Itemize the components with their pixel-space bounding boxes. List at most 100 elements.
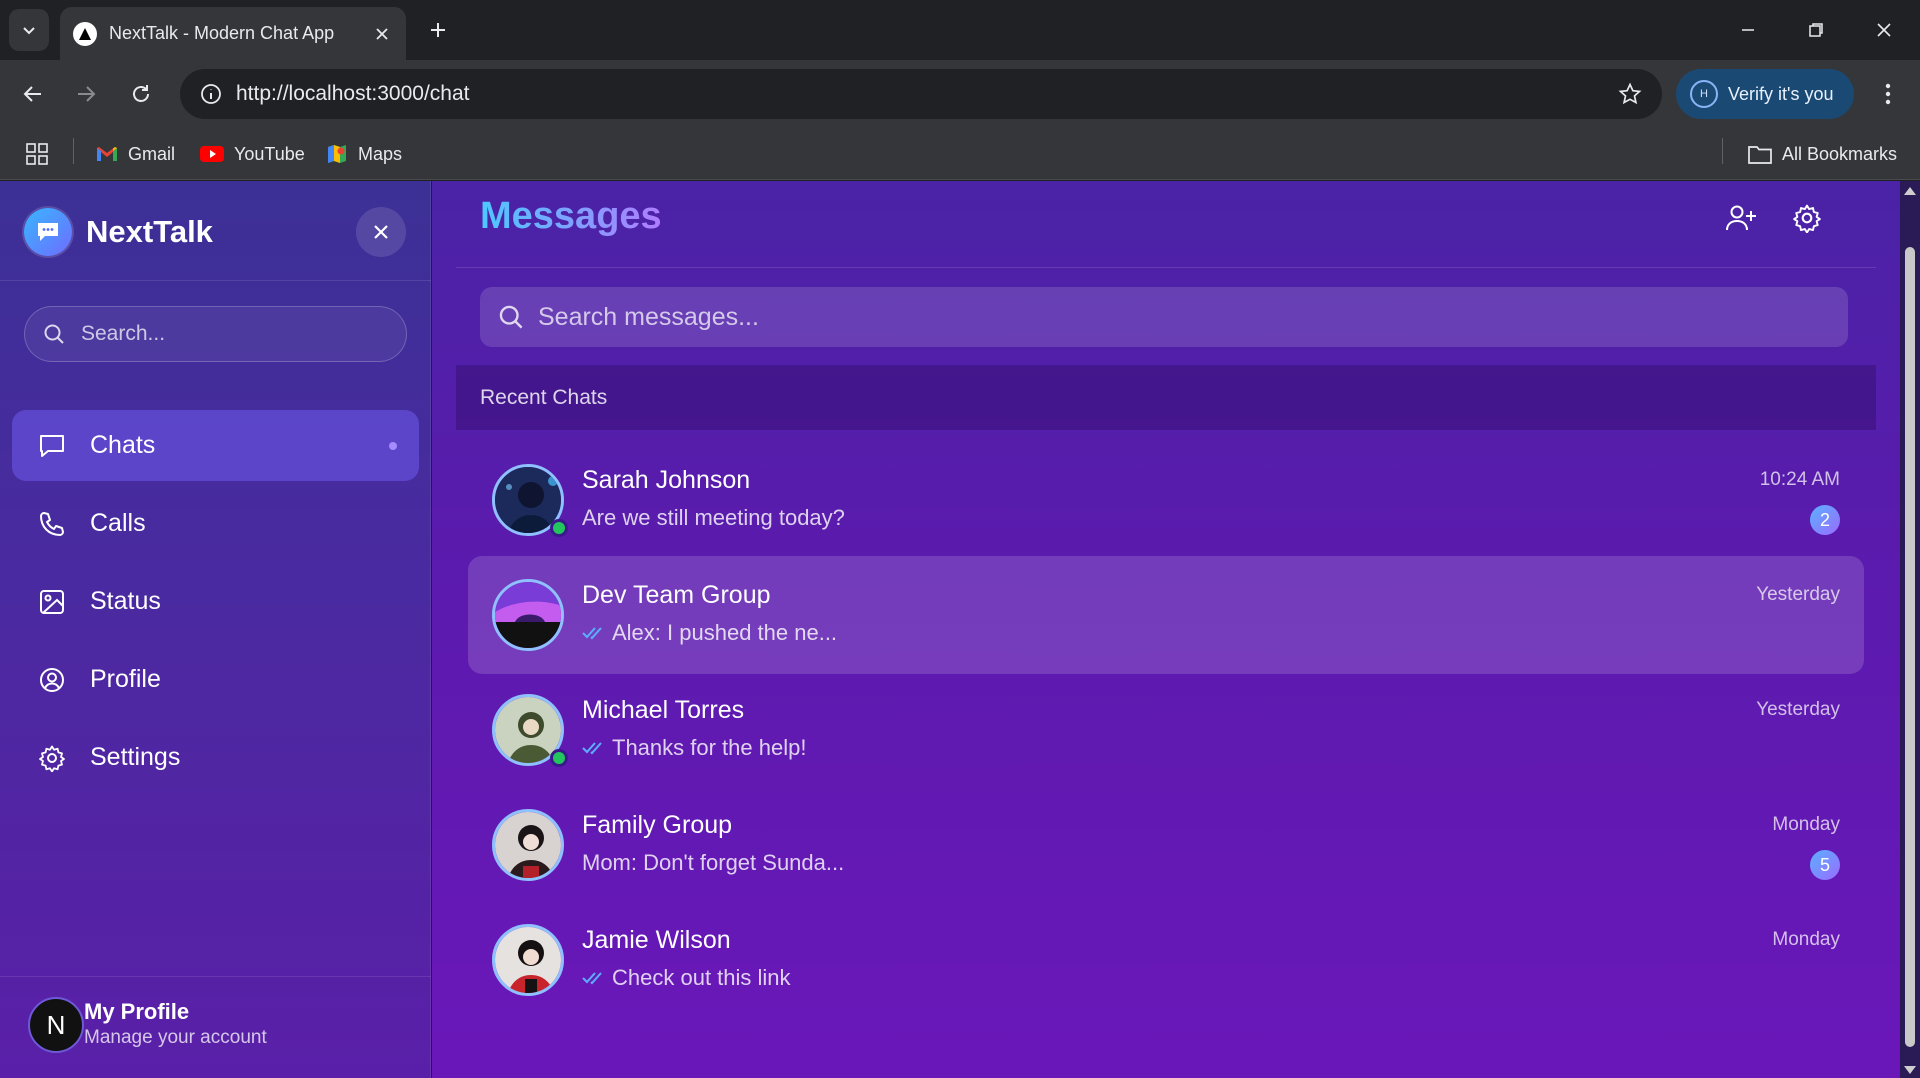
chat-item-sarah-johnson[interactable]: Sarah Johnson Are we still meeting today… [468, 441, 1864, 559]
chat-time: 10:24 AM [1759, 469, 1840, 490]
sidebar-item-label: Calls [90, 509, 146, 537]
unread-badge: 2 [1810, 505, 1840, 535]
gmail-icon [96, 145, 118, 163]
sidebar-item-status[interactable]: Status [12, 566, 419, 637]
sidebar-item-label: Chats [90, 431, 156, 459]
bookmark-maps[interactable]: Maps [326, 138, 402, 170]
message-search-input[interactable] [538, 302, 1818, 332]
page-title: Messages [480, 195, 662, 237]
verify-identity-button[interactable]: H Verify it's you [1676, 69, 1854, 119]
arrow-left-icon [23, 86, 41, 102]
sidebar-item-label: Status [90, 587, 161, 615]
browser-menu-button[interactable] [1868, 74, 1908, 114]
recent-chats-header: Recent Chats [456, 365, 1876, 430]
chat-name: Dev Team Group [582, 581, 771, 609]
window-close-button[interactable] [1850, 0, 1918, 60]
chat-preview: Mom: Don't forget Sunda... [582, 850, 844, 876]
settings-button[interactable] [1784, 195, 1830, 241]
maps-icon [326, 143, 348, 165]
nextjs-favicon-icon [73, 21, 97, 46]
verify-label: Verify it's you [1728, 83, 1834, 104]
image-icon [36, 586, 68, 618]
chat-name: Michael Torres [582, 696, 745, 724]
scroll-up-arrow-icon[interactable] [1904, 187, 1916, 195]
gear-icon [36, 742, 68, 774]
search-icon [499, 305, 523, 329]
chat-item-michael-torres[interactable]: Michael Torres Thanks for the help! Yest… [468, 671, 1864, 789]
chat-item-family-group[interactable]: Family Group Mom: Don't forget Sunda... … [468, 786, 1864, 904]
scroll-down-arrow-icon[interactable] [1904, 1066, 1916, 1074]
reload-button[interactable] [121, 74, 161, 114]
forward-button[interactable] [66, 74, 106, 114]
search-icon [44, 324, 64, 344]
chat-bubble-logo-icon [24, 208, 72, 256]
sidebar-item-calls[interactable]: Calls [12, 488, 419, 559]
page-scrollbar[interactable] [1900, 181, 1920, 1078]
all-bookmarks-button[interactable]: All Bookmarks [1748, 138, 1897, 170]
chat-preview-text: Alex: I pushed the ne... [612, 620, 838, 645]
section-label: Recent Chats [480, 385, 608, 409]
chat-time: Monday [1772, 929, 1840, 950]
scrollbar-thumb[interactable] [1905, 247, 1915, 1047]
restore-icon [1809, 23, 1823, 37]
new-tab-button[interactable] [420, 12, 456, 48]
sidebar-item-profile[interactable]: Profile [12, 644, 419, 715]
chat-item-dev-team-group[interactable]: Dev Team Group Alex: I pushed the ne... … [468, 556, 1864, 674]
site-info-icon[interactable] [186, 69, 236, 119]
online-indicator [550, 519, 568, 537]
chat-preview: Alex: I pushed the ne... [582, 620, 837, 646]
my-profile-card[interactable]: N My Profile Manage your account [0, 976, 431, 1078]
chat-time: Yesterday [1756, 699, 1840, 720]
chevron-down-icon [23, 27, 35, 35]
gear-icon [1793, 204, 1821, 233]
chat-preview-text: Check out this link [612, 965, 791, 990]
close-sidebar-button[interactable] [356, 207, 406, 257]
bookmark-label: YouTube [234, 143, 305, 164]
restore-button[interactable] [1782, 0, 1850, 60]
avatar: N [28, 997, 84, 1053]
add-contact-button[interactable] [1718, 195, 1764, 241]
browser-tab[interactable]: NextTalk - Modern Chat App [60, 7, 406, 60]
url-text: http://localhost:3000/chat [236, 82, 470, 105]
close-icon [374, 225, 388, 239]
sidebar-search[interactable] [24, 306, 407, 362]
sidebar-item-label: Settings [90, 743, 181, 771]
bookmark-gmail[interactable]: Gmail [96, 138, 175, 170]
reload-icon [133, 85, 149, 102]
chat-preview-text: Mom: Don't forget Sunda... [582, 850, 845, 875]
user-circle-icon [36, 664, 68, 696]
chat-preview-text: Thanks for the help! [612, 735, 807, 760]
sidebar-item-chats[interactable]: Chats [12, 410, 419, 481]
avatar [492, 579, 564, 651]
chat-preview: Thanks for the help! [582, 735, 806, 761]
phone-icon [36, 508, 68, 540]
bookmark-label: Maps [358, 143, 403, 164]
online-indicator [550, 749, 568, 767]
user-plus-icon [1726, 205, 1756, 231]
back-button[interactable] [13, 74, 53, 114]
chat-time: Monday [1772, 814, 1840, 835]
all-bookmarks-label: All Bookmarks [1782, 143, 1898, 164]
app-name: NextTalk [86, 214, 213, 249]
sidebar-divider [0, 280, 431, 281]
address-bar[interactable]: http://localhost:3000/chat [180, 69, 1662, 119]
chat-item-jamie-wilson[interactable]: Jamie Wilson Check out this link Monday [468, 901, 1864, 1019]
message-search[interactable] [480, 287, 1848, 347]
apps-button[interactable] [26, 138, 48, 170]
chat-name: Sarah Johnson [582, 466, 751, 494]
bookmark-youtube[interactable]: YouTube [200, 138, 305, 170]
sidebar-item-label: Profile [90, 665, 161, 693]
profile-subtitle: Manage your account [84, 1027, 267, 1048]
tab-search-button[interactable] [9, 9, 49, 51]
chat-preview: Are we still meeting today? [582, 505, 845, 531]
header-divider [456, 267, 1876, 268]
double-check-icon [582, 741, 604, 755]
minimize-icon [1742, 29, 1754, 31]
minimize-button[interactable] [1714, 0, 1782, 60]
sidebar-search-input[interactable] [81, 322, 361, 346]
bookmarks-bar: Gmail YouTube Maps All Bookmarks [0, 128, 1920, 180]
sidebar-item-settings[interactable]: Settings [12, 722, 419, 793]
tab-close-icon[interactable] [368, 20, 396, 48]
bookmark-star-icon[interactable] [1606, 70, 1654, 118]
nexttalk-app: NextTalk Chats Calls Status [0, 181, 1900, 1078]
